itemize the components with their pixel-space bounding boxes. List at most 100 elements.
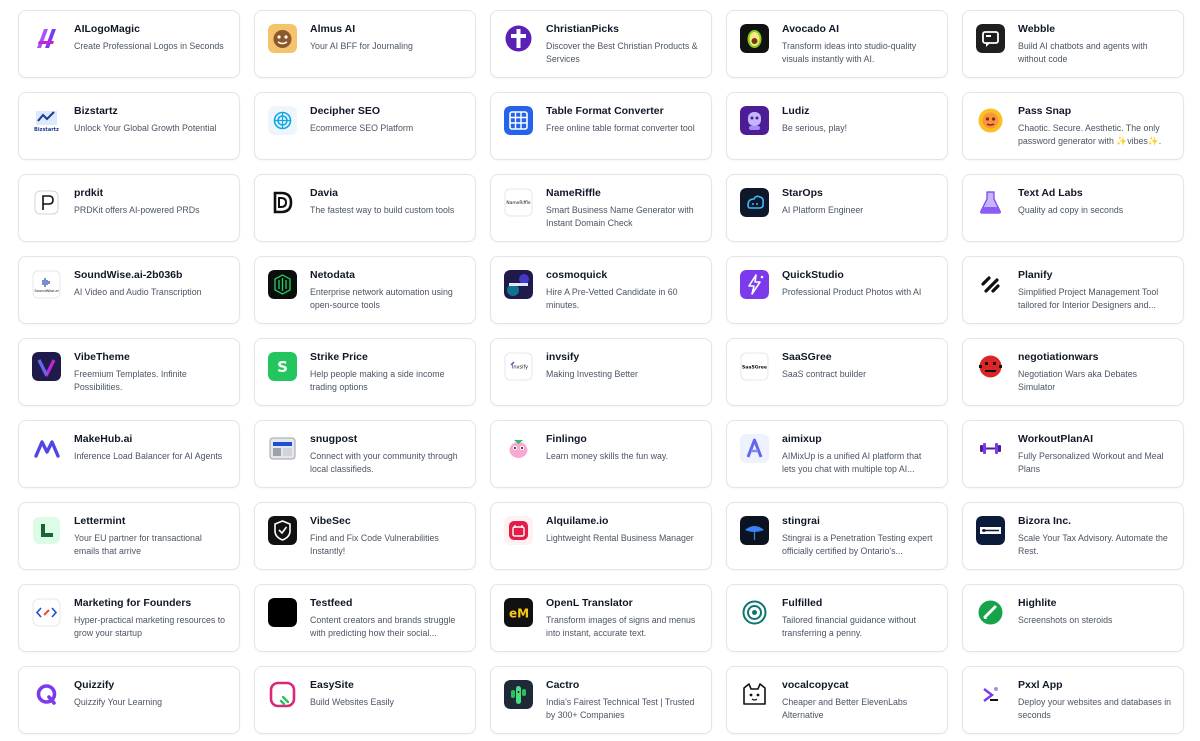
planify-logo-icon [976, 270, 1005, 299]
product-card[interactable]: Marketing for Founders Hyper-practical ma… [18, 584, 240, 652]
product-description: Your EU partner for transactional emails… [74, 533, 202, 556]
product-card[interactable]: ChristianPicks Discover the Best Christia… [490, 10, 712, 78]
product-card[interactable]: Davia The fastest way to build custom too… [254, 174, 476, 242]
product-description: Help people making a side income trading… [310, 369, 445, 392]
product-name: QuickStudio [782, 269, 844, 281]
product-card[interactable]: vocalcopycat Cheaper and Better ElevenLab… [726, 666, 948, 734]
product-card[interactable]: Highlite Screenshots on steroids [962, 584, 1184, 652]
workoutplanai-logo-icon [976, 434, 1005, 463]
product-card[interactable]: eM OpenL Translator Transform images of si… [490, 584, 712, 652]
soundwise-logo-icon: SoundWise.ai [32, 270, 61, 299]
product-card[interactable]: Bizora Inc. Scale Your Tax Advisory. Auto… [962, 502, 1184, 570]
product-description: Build Websites Easily [310, 697, 394, 707]
product-card[interactable]: WorkoutPlanAI Fully Personalized Workout … [962, 420, 1184, 488]
product-name: Pass Snap [1018, 105, 1072, 117]
product-card[interactable]: aimixup AIMixUp is a unified AI platform … [726, 420, 948, 488]
easysite-logo-icon [268, 680, 297, 709]
product-card[interactable]: Webble Build AI chatbots and agents with … [962, 10, 1184, 78]
product-card[interactable]: Netodata Enterprise network automation us… [254, 256, 476, 324]
testfeed-logo-icon [268, 598, 297, 627]
product-description: Freemium Templates. Infinite Possibiliti… [74, 369, 187, 392]
product-card[interactable]: Bizstartz Bizstartz Unlock Your Global Gro… [18, 92, 240, 160]
product-card[interactable]: MakeHub.ai Inference Load Balancer for AI… [18, 420, 240, 488]
snugpost-logo-icon [268, 434, 297, 463]
cosmoquick-logo-icon [504, 270, 533, 299]
product-card[interactable]: snugpost Connect with your community thro… [254, 420, 476, 488]
product-name: EasySite [310, 679, 354, 691]
product-card[interactable]: SaaSGree SaaSGree SaaS contract builder [726, 338, 948, 406]
product-card[interactable]: Quizzify Quizzify Your Learning [18, 666, 240, 734]
product-card[interactable]: Text Ad Labs Quality ad copy in seconds [962, 174, 1184, 242]
product-card[interactable]: Ludiz Be serious, play! [726, 92, 948, 160]
product-card[interactable]: Table Format Converter Free online table … [490, 92, 712, 160]
product-name: Lettermint [74, 515, 126, 527]
product-card[interactable]: Fulfilled Tailored financial guidance wit… [726, 584, 948, 652]
almus-logo-icon [268, 24, 297, 53]
ludiz-logo-icon [740, 106, 769, 135]
product-name: WorkoutPlanAI [1018, 433, 1094, 445]
vibesec-logo-icon [268, 516, 297, 545]
product-card[interactable]: Alquilame.io Lightweight Rental Business … [490, 502, 712, 570]
product-name: ChristianPicks [546, 23, 619, 35]
product-name: prdkit [74, 187, 104, 199]
product-name: Bizstartz [74, 105, 118, 117]
product-card[interactable]: AILogoMagic Create Professional Logos in … [18, 10, 240, 78]
product-card[interactable]: S Strike Price Help people making a side i… [254, 338, 476, 406]
product-card[interactable]: stingrai Stingrai is a Penetration Testin… [726, 502, 948, 570]
cactro-logo-icon [504, 680, 533, 709]
product-card[interactable]: VibeTheme Freemium Templates. Infinite Po… [18, 338, 240, 406]
product-card[interactable]: negotiationwars Negotiation Wars aka Deba… [962, 338, 1184, 406]
passsnap-logo-icon [976, 106, 1005, 135]
product-description: Fully Personalized Workout and Meal Plan… [1018, 451, 1164, 474]
product-card[interactable]: EasySite Build Websites Easily [254, 666, 476, 734]
product-name: Almus AI [310, 23, 356, 35]
product-description: Content creators and brands struggle wit… [310, 615, 456, 638]
product-card[interactable]: Invsify invsify Making Investing Better [490, 338, 712, 406]
product-description: Screenshots on steroids [1018, 615, 1113, 625]
svg-text:SaaSGree: SaaSGree [742, 365, 767, 371]
saasgree-logo-icon: SaaSGree [740, 352, 769, 381]
product-description: AI Video and Audio Transcription [74, 287, 202, 297]
product-description: Find and Fix Code Vulnerabilities Instan… [310, 533, 439, 556]
svg-text:Bizstartz: Bizstartz [34, 127, 59, 133]
product-description: Be serious, play! [782, 123, 848, 133]
product-description: Free online table format converter tool [546, 123, 695, 133]
stingrai-logo-icon [740, 516, 769, 545]
product-name: Alquilame.io [546, 515, 609, 527]
starops-logo-icon [740, 188, 769, 217]
prdkit-logo-icon [32, 188, 61, 217]
product-card[interactable]: Pass Snap Chaotic. Secure. Aesthetic. The… [962, 92, 1184, 160]
product-card[interactable]: Decipher SEO Ecommerce SEO Platform [254, 92, 476, 160]
product-card[interactable]: prdkit PRDKit offers AI-powered PRDs [18, 174, 240, 242]
product-name: StarOps [782, 187, 823, 199]
product-name: Avocado AI [782, 23, 839, 35]
product-card[interactable]: cosmoquick Hire A Pre-Vetted Candidate in… [490, 256, 712, 324]
product-name: aimixup [782, 433, 822, 445]
product-card[interactable]: Cactro India's Fairest Technical Test | T… [490, 666, 712, 734]
product-description: Professional Product Photos with AI [782, 287, 922, 297]
product-description: Inference Load Balancer for AI Agents [74, 451, 223, 461]
product-name: MakeHub.ai [74, 433, 133, 445]
product-card[interactable]: Avocado AI Transform ideas into studio-qu… [726, 10, 948, 78]
product-card[interactable]: SoundWise.ai SoundWise.ai-2b036b AI Video … [18, 256, 240, 324]
highlite-logo-icon [976, 598, 1005, 627]
product-description: Learn money skills the fun way. [546, 451, 669, 461]
product-name: snugpost [310, 433, 358, 445]
product-card[interactable]: QuickStudio Professional Product Photos w… [726, 256, 948, 324]
product-card[interactable]: Planify Simplified Project Management Too… [962, 256, 1184, 324]
product-description: Simplified Project Management Tool tailo… [1018, 287, 1159, 310]
finlingo-logo-icon [504, 434, 533, 463]
product-card[interactable]: Finlingo Learn money skills the fun way. [490, 420, 712, 488]
product-name: Ludiz [782, 105, 810, 117]
product-card[interactable]: StarOps AI Platform Engineer [726, 174, 948, 242]
product-name: VibeTheme [74, 351, 130, 363]
product-name: Pxxl App [1018, 679, 1063, 691]
product-card[interactable]: Lettermint Your EU partner for transactio… [18, 502, 240, 570]
decipher-seo-logo-icon [268, 106, 297, 135]
product-card[interactable]: VibeSec Find and Fix Code Vulnerabilities… [254, 502, 476, 570]
product-card[interactable]: NameRiffle NameRiffle Smart Business Name … [490, 174, 712, 242]
product-card[interactable]: Testfeed Content creators and brands stru… [254, 584, 476, 652]
product-name: SaaSGree [782, 351, 832, 363]
product-card[interactable]: Almus AI Your AI BFF for Journaling [254, 10, 476, 78]
product-card[interactable]: Pxxl App Deploy your websites and databas… [962, 666, 1184, 734]
